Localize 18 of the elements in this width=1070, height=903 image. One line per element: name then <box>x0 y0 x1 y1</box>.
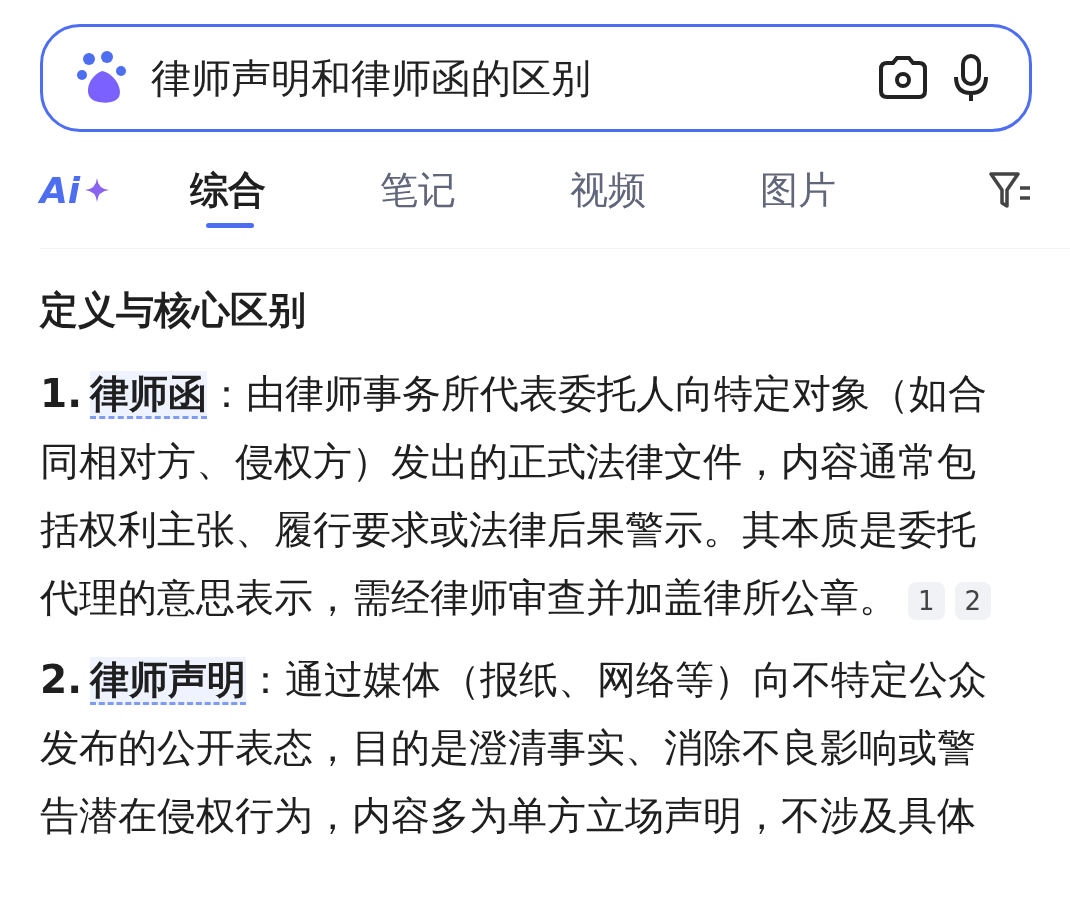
section-heading: 定义与核心区别 <box>40 287 307 334</box>
term-link[interactable]: 律师声明 <box>89 657 246 705</box>
microphone-icon[interactable] <box>951 53 991 103</box>
search-tab[interactable]: 笔记 <box>380 132 570 248</box>
citation-link[interactable]: 1 <box>908 581 945 620</box>
search-tab[interactable]: 视频 <box>570 132 760 248</box>
search-tab[interactable]: 综合 <box>190 132 380 248</box>
definition-paragraph: 1. 律师函：由律师事务所代表委托人向特定对象（如合同相对方、侵权方）发出的正式法律文件，内容通常包括权利主张、履行要求或法律后果警示。其本质是委托代理的意思表示，需经律师审查并加盖律所公章。 1 2 <box>40 360 1008 632</box>
search-input[interactable]: 律师声明和律师函的区别 <box>149 54 855 102</box>
search-tab[interactable]: 图片 <box>760 132 950 248</box>
filter-icon[interactable] <box>988 170 1032 210</box>
definition-paragraph: 2. 律师声明：通过媒体（报纸、网络等）向不特定公众发布的公开表态，目的是澄清事实、消除不良影响或警告潜在侵权行为，内容多为单方立场声明，不涉及具体 <box>40 656 988 840</box>
paw-logo-icon <box>77 51 127 105</box>
ai-tab[interactable]: Ai <box>40 169 81 211</box>
citation-link[interactable]: 2 <box>954 581 992 620</box>
camera-icon[interactable] <box>877 55 929 101</box>
term-link[interactable]: 律师函 <box>89 371 207 419</box>
search-bar[interactable]: 律师声明和律师函的区别 <box>40 24 1032 132</box>
